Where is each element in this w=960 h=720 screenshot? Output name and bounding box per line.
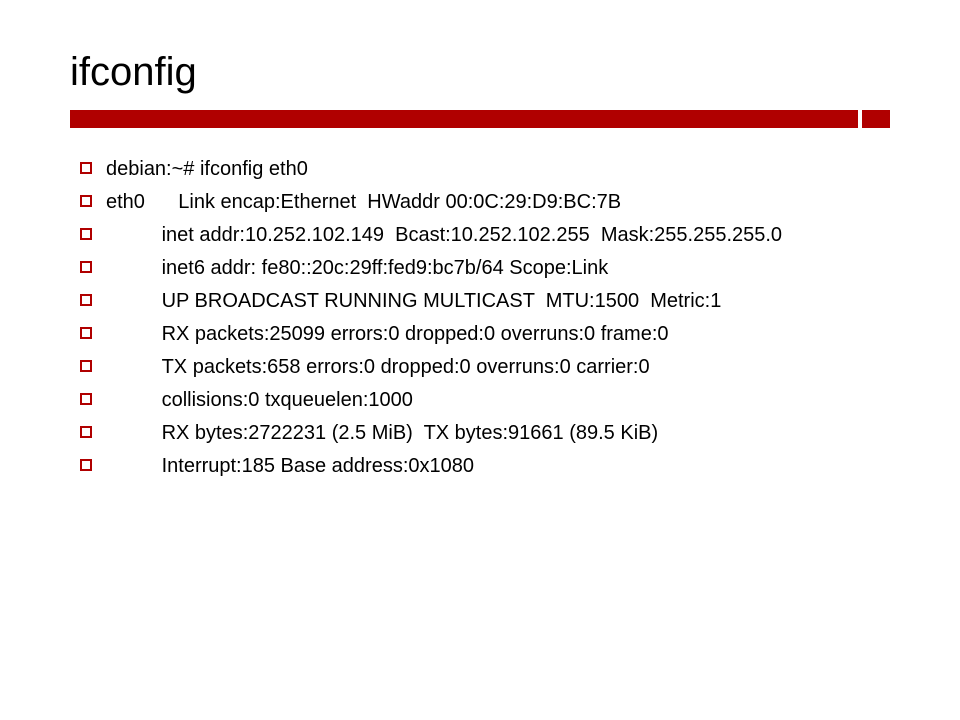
bullet-text: RX packets:25099 errors:0 dropped:0 over… xyxy=(106,321,890,348)
bullet-marker-icon xyxy=(80,294,92,306)
bullet-marker-icon xyxy=(80,459,92,471)
bullet-text: TX packets:658 errors:0 dropped:0 overru… xyxy=(106,354,890,381)
title-divider xyxy=(70,110,890,128)
bullet-line: UP BROADCAST RUNNING MULTICAST MTU:1500 … xyxy=(80,288,890,315)
bullet-text: inet addr:10.252.102.149 Bcast:10.252.10… xyxy=(106,222,890,249)
bullet-text: Interrupt:185 Base address:0x1080 xyxy=(106,453,890,480)
bullet-text: UP BROADCAST RUNNING MULTICAST MTU:1500 … xyxy=(106,288,890,315)
bullet-marker-icon xyxy=(80,327,92,339)
bullet-text: inet6 addr: fe80::20c:29ff:fed9:bc7b/64 … xyxy=(106,255,890,282)
bullet-marker-icon xyxy=(80,426,92,438)
bullet-marker-icon xyxy=(80,195,92,207)
bullet-text: collisions:0 txqueuelen:1000 xyxy=(106,387,890,414)
slide-title: ifconfig xyxy=(70,50,890,95)
slide-content: debian:~# ifconfig eth0 eth0 Link encap:… xyxy=(70,156,890,480)
bullet-line: debian:~# ifconfig eth0 xyxy=(80,156,890,183)
bullet-marker-icon xyxy=(80,360,92,372)
bullet-marker-icon xyxy=(80,228,92,240)
title-divider-end xyxy=(862,110,890,128)
bullet-text: RX bytes:2722231 (2.5 MiB) TX bytes:9166… xyxy=(106,420,890,447)
bullet-line: collisions:0 txqueuelen:1000 xyxy=(80,387,890,414)
bullet-marker-icon xyxy=(80,162,92,174)
bullet-text: eth0 Link encap:Ethernet HWaddr 00:0C:29… xyxy=(106,189,890,216)
bullet-line: RX packets:25099 errors:0 dropped:0 over… xyxy=(80,321,890,348)
title-divider-main xyxy=(70,110,858,128)
bullet-text: debian:~# ifconfig eth0 xyxy=(106,156,890,183)
bullet-line: inet6 addr: fe80::20c:29ff:fed9:bc7b/64 … xyxy=(80,255,890,282)
bullet-marker-icon xyxy=(80,393,92,405)
bullet-line: TX packets:658 errors:0 dropped:0 overru… xyxy=(80,354,890,381)
bullet-line: Interrupt:185 Base address:0x1080 xyxy=(80,453,890,480)
bullet-line: eth0 Link encap:Ethernet HWaddr 00:0C:29… xyxy=(80,189,890,216)
bullet-marker-icon xyxy=(80,261,92,273)
bullet-line: RX bytes:2722231 (2.5 MiB) TX bytes:9166… xyxy=(80,420,890,447)
bullet-line: inet addr:10.252.102.149 Bcast:10.252.10… xyxy=(80,222,890,249)
